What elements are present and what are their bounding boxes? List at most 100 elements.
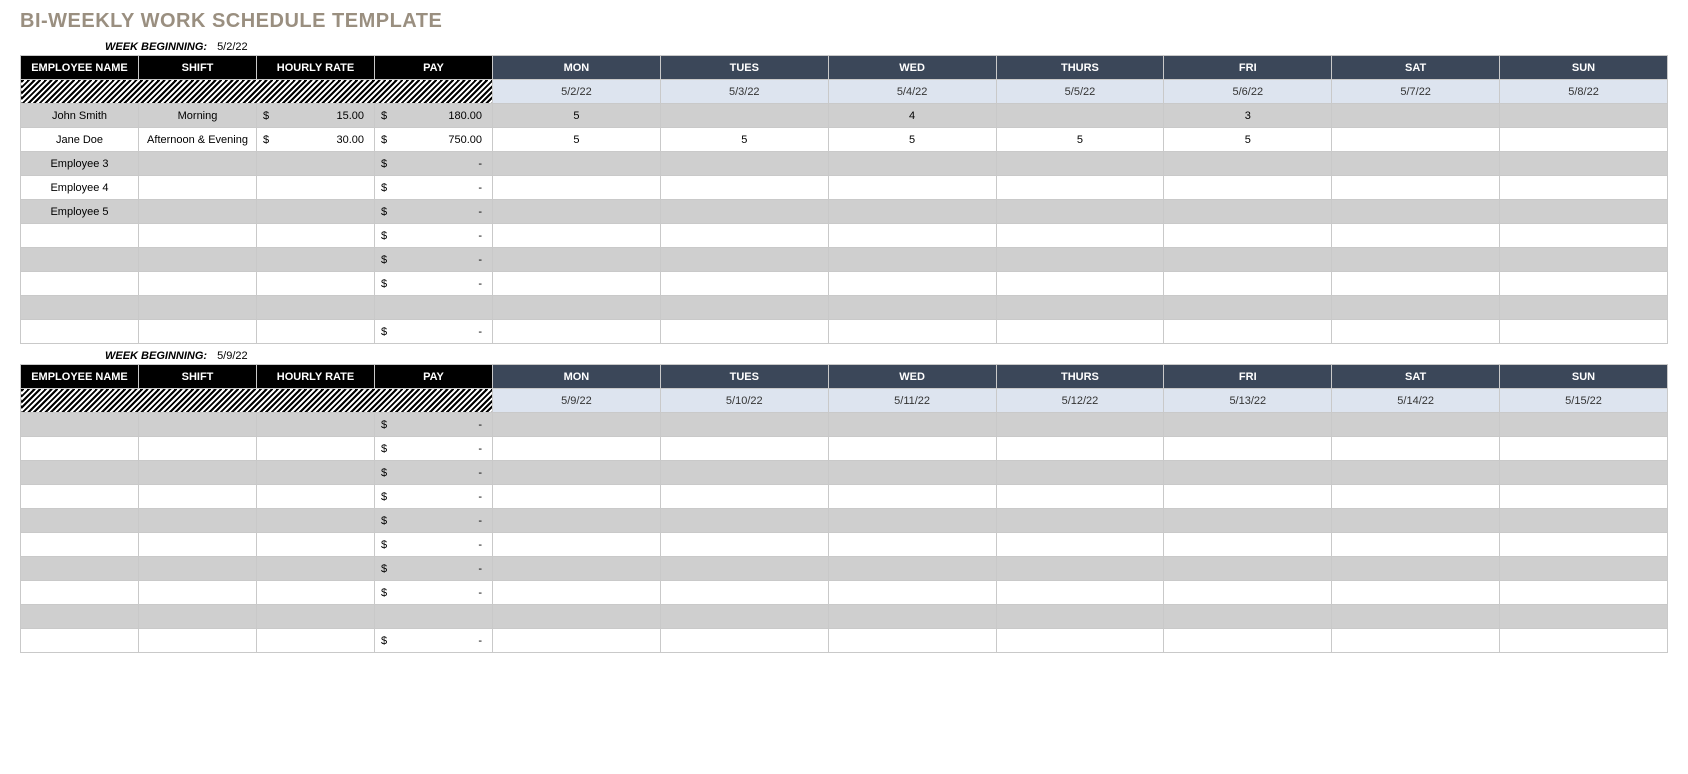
day-value-cell[interactable] [996, 296, 1164, 320]
table-row[interactable]: $- [21, 557, 1668, 581]
employee-name-cell[interactable] [21, 509, 139, 533]
table-row[interactable]: $- [21, 248, 1668, 272]
day-value-cell[interactable] [660, 557, 828, 581]
employee-name-cell[interactable] [21, 437, 139, 461]
hourly-rate-cell[interactable] [257, 581, 375, 605]
shift-cell[interactable] [139, 248, 257, 272]
employee-name-cell[interactable]: Employee 4 [21, 176, 139, 200]
day-value-cell[interactable] [1164, 533, 1332, 557]
table-row[interactable]: Jane DoeAfternoon & Evening$30.00$750.00… [21, 128, 1668, 152]
day-value-cell[interactable] [828, 272, 996, 296]
hourly-rate-cell[interactable] [257, 461, 375, 485]
employee-name-cell[interactable]: John Smith [21, 104, 139, 128]
day-value-cell[interactable] [493, 557, 661, 581]
day-value-cell[interactable] [1164, 320, 1332, 344]
table-row[interactable]: $- [21, 413, 1668, 437]
shift-cell[interactable] [139, 152, 257, 176]
hourly-rate-cell[interactable] [257, 413, 375, 437]
day-value-cell[interactable] [828, 152, 996, 176]
day-value-cell[interactable] [1500, 509, 1668, 533]
day-value-cell[interactable] [1500, 176, 1668, 200]
day-value-cell[interactable] [1332, 200, 1500, 224]
day-value-cell[interactable] [828, 557, 996, 581]
day-value-cell[interactable] [1500, 485, 1668, 509]
day-value-cell[interactable] [660, 104, 828, 128]
day-value-cell[interactable] [1332, 437, 1500, 461]
day-value-cell[interactable] [1500, 533, 1668, 557]
hourly-rate-cell[interactable] [257, 176, 375, 200]
day-value-cell[interactable] [1500, 605, 1668, 629]
pay-cell[interactable]: $- [375, 581, 493, 605]
day-value-cell[interactable] [996, 104, 1164, 128]
pay-cell[interactable]: $- [375, 461, 493, 485]
day-value-cell[interactable] [493, 413, 661, 437]
hourly-rate-cell[interactable] [257, 248, 375, 272]
day-value-cell[interactable] [1164, 272, 1332, 296]
day-value-cell[interactable] [1332, 581, 1500, 605]
shift-cell[interactable] [139, 557, 257, 581]
pay-cell[interactable]: $- [375, 485, 493, 509]
day-value-cell[interactable] [996, 224, 1164, 248]
day-value-cell[interactable] [1164, 629, 1332, 653]
day-value-cell[interactable] [660, 485, 828, 509]
pay-cell[interactable]: $- [375, 224, 493, 248]
day-value-cell[interactable] [1164, 581, 1332, 605]
day-value-cell[interactable] [660, 509, 828, 533]
day-value-cell[interactable] [493, 509, 661, 533]
day-value-cell[interactable] [493, 176, 661, 200]
day-value-cell[interactable] [1500, 224, 1668, 248]
table-row[interactable]: $- [21, 581, 1668, 605]
day-value-cell[interactable] [1332, 248, 1500, 272]
day-value-cell[interactable] [996, 272, 1164, 296]
hourly-rate-cell[interactable] [257, 557, 375, 581]
pay-cell[interactable]: $- [375, 629, 493, 653]
day-value-cell[interactable] [493, 296, 661, 320]
day-value-cell[interactable] [660, 272, 828, 296]
table-row[interactable]: Employee 3$- [21, 152, 1668, 176]
day-value-cell[interactable] [996, 200, 1164, 224]
day-value-cell[interactable] [828, 320, 996, 344]
pay-cell[interactable]: $- [375, 413, 493, 437]
pay-cell[interactable]: $- [375, 248, 493, 272]
day-value-cell[interactable] [996, 413, 1164, 437]
shift-cell[interactable] [139, 509, 257, 533]
day-value-cell[interactable] [828, 485, 996, 509]
day-value-cell[interactable] [1164, 296, 1332, 320]
day-value-cell[interactable] [1500, 248, 1668, 272]
day-value-cell[interactable] [660, 200, 828, 224]
employee-name-cell[interactable] [21, 224, 139, 248]
day-value-cell[interactable] [493, 629, 661, 653]
day-value-cell[interactable] [996, 485, 1164, 509]
shift-cell[interactable] [139, 200, 257, 224]
table-row[interactable]: $- [21, 629, 1668, 653]
day-value-cell[interactable] [1164, 248, 1332, 272]
employee-name-cell[interactable]: Jane Doe [21, 128, 139, 152]
hourly-rate-cell[interactable] [257, 224, 375, 248]
shift-cell[interactable] [139, 581, 257, 605]
pay-cell[interactable]: $180.00 [375, 104, 493, 128]
day-value-cell[interactable] [828, 509, 996, 533]
day-value-cell[interactable] [1332, 224, 1500, 248]
employee-name-cell[interactable]: Employee 5 [21, 200, 139, 224]
day-value-cell[interactable] [996, 533, 1164, 557]
day-value-cell[interactable] [1332, 272, 1500, 296]
day-value-cell[interactable] [660, 224, 828, 248]
day-value-cell[interactable] [493, 272, 661, 296]
day-value-cell[interactable] [828, 437, 996, 461]
day-value-cell[interactable] [1500, 581, 1668, 605]
day-value-cell[interactable] [1164, 557, 1332, 581]
day-value-cell[interactable] [1332, 104, 1500, 128]
day-value-cell[interactable] [1332, 605, 1500, 629]
day-value-cell[interactable] [1500, 437, 1668, 461]
day-value-cell[interactable] [493, 437, 661, 461]
day-value-cell[interactable]: 5 [493, 104, 661, 128]
day-value-cell[interactable] [996, 629, 1164, 653]
day-value-cell[interactable] [996, 557, 1164, 581]
employee-name-cell[interactable]: Employee 3 [21, 152, 139, 176]
hourly-rate-cell[interactable] [257, 152, 375, 176]
pay-cell[interactable]: $750.00 [375, 128, 493, 152]
day-value-cell[interactable] [493, 605, 661, 629]
hourly-rate-cell[interactable] [257, 509, 375, 533]
day-value-cell[interactable] [1164, 437, 1332, 461]
day-value-cell[interactable] [1500, 128, 1668, 152]
